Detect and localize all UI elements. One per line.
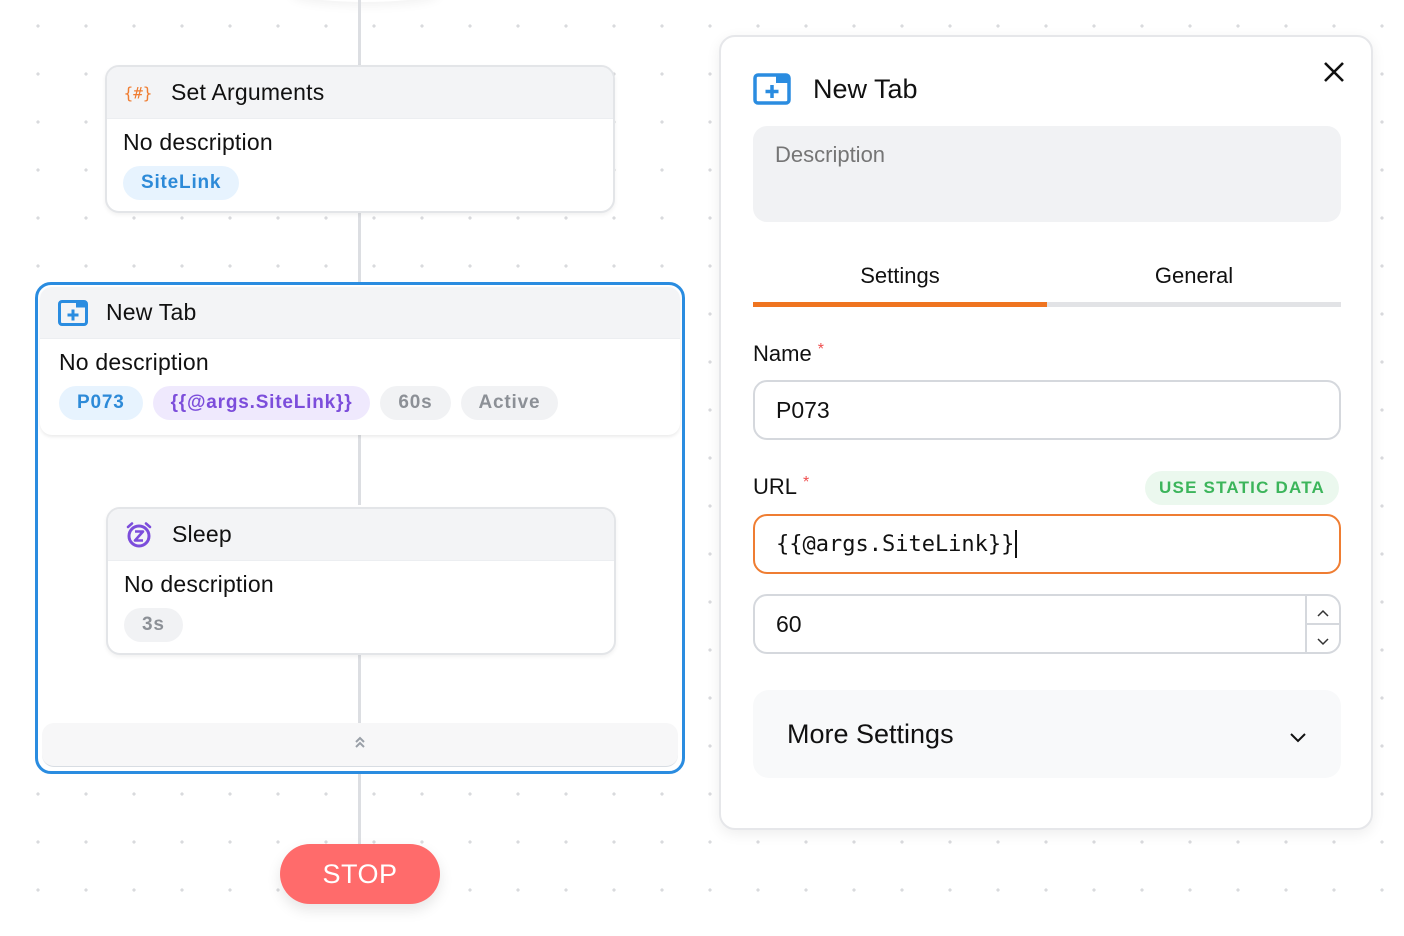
timeout-stepper	[1305, 596, 1339, 652]
node-description: No description	[59, 349, 209, 375]
url-label: URL *	[753, 474, 809, 500]
panel-title: New Tab	[813, 73, 918, 104]
timeout-input[interactable]: 60	[753, 594, 1341, 654]
timeout-input-value: 60	[776, 610, 802, 637]
node-header: {#} Set Arguments	[107, 67, 613, 119]
more-settings-accordion[interactable]: More Settings	[753, 690, 1341, 778]
name-input[interactable]: P073	[753, 380, 1341, 440]
edge-connector	[358, 0, 361, 66]
description-input[interactable]	[753, 126, 1341, 222]
collapse-group-button[interactable]	[42, 723, 678, 767]
node-title: Sleep	[172, 521, 232, 547]
chip-url: {{@args.SiteLink}}	[152, 386, 371, 420]
tab-general[interactable]: General	[1047, 249, 1341, 302]
url-label-text: URL	[753, 474, 798, 499]
previous-node-shadow	[290, 0, 440, 2]
edge-connector	[358, 435, 361, 505]
edge-connector	[358, 653, 361, 725]
alarm-clock-z-icon	[124, 520, 154, 550]
url-input-value: {{@args.SiteLink}}	[776, 531, 1015, 557]
node-set-arguments[interactable]: {#} Set Arguments No description SiteLin…	[105, 65, 615, 213]
chip-sitelink: SiteLink	[123, 166, 240, 200]
braces-hash-icon: {#}	[123, 78, 153, 108]
required-mark: *	[803, 474, 810, 491]
chip-duration: 3s	[124, 608, 183, 642]
edge-connector	[358, 772, 361, 846]
chevron-up-icon	[1317, 596, 1329, 623]
svg-text:{#}: {#}	[124, 83, 153, 102]
node-title: Set Arguments	[171, 79, 325, 105]
chip-name: P073	[59, 386, 143, 420]
node-group-new-tab[interactable]: New Tab No description P073 {{@args.Site…	[35, 282, 685, 774]
new-tab-icon	[58, 298, 88, 328]
close-panel-button[interactable]	[1319, 59, 1349, 89]
increment-button[interactable]	[1307, 596, 1339, 625]
edge-connector	[358, 212, 361, 284]
stop-node[interactable]: STOP	[280, 844, 440, 904]
new-tab-icon	[753, 73, 791, 105]
chip-timeout: 60s	[380, 386, 451, 420]
node-sleep[interactable]: Sleep No description 3s	[106, 507, 616, 655]
name-input-value: P073	[776, 396, 830, 423]
url-input[interactable]: {{@args.SiteLink}}	[753, 514, 1341, 574]
chevron-down-icon	[1289, 719, 1307, 750]
node-description: No description	[123, 129, 273, 155]
node-header: Sleep	[108, 509, 614, 561]
use-static-data-button[interactable]: USE STATIC DATA	[1145, 471, 1339, 505]
node-description: No description	[124, 571, 274, 597]
node-header: New Tab	[40, 287, 680, 339]
panel-tabs: Settings General	[753, 249, 1341, 307]
node-new-tab[interactable]: New Tab No description P073 {{@args.Site…	[40, 287, 680, 435]
node-settings-panel: New Tab Settings General Name * P073 URL *…	[719, 35, 1373, 830]
chip-active: Active	[460, 386, 559, 420]
more-settings-label: More Settings	[787, 718, 954, 749]
required-mark: *	[817, 341, 824, 358]
text-caret	[1015, 530, 1018, 558]
close-icon	[1323, 61, 1345, 88]
decrement-button[interactable]	[1307, 625, 1339, 652]
node-title: New Tab	[106, 299, 197, 325]
tab-settings[interactable]: Settings	[753, 249, 1047, 307]
name-label: Name *	[753, 341, 824, 367]
chevrons-up-icon	[353, 735, 367, 754]
name-label-text: Name	[753, 341, 812, 366]
chevron-down-icon	[1317, 625, 1329, 652]
